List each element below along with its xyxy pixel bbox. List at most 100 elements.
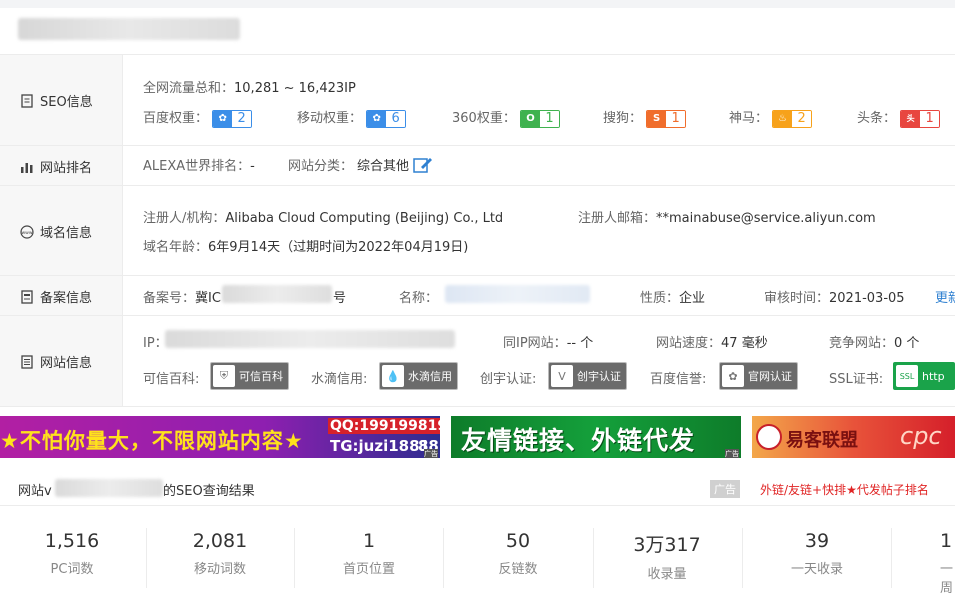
weight-mobile[interactable]: 移动权重： ✿ 6 [297, 107, 407, 128]
section-beian: 备案信息 [20, 287, 92, 306]
weight-label: 神马： [729, 111, 769, 126]
ad-link[interactable]: 外链/友链+快排★代发帖子排名 [760, 481, 929, 498]
stat-label: 收录量 [647, 567, 687, 582]
ad-tag: 广告 [424, 449, 438, 458]
weight-toutiao[interactable]: 头条： 头1 [857, 107, 941, 128]
stat-backlinks[interactable]: 50 反链数 [444, 530, 592, 577]
weight-label: 头条： [857, 111, 897, 126]
beian-update-link[interactable]: 更新 [935, 287, 955, 306]
stat-label: PC词数 [50, 562, 94, 577]
weight-value: 1 [539, 110, 559, 127]
credit-label: 水滴信用: [311, 372, 368, 387]
stat-label: 一周 [940, 562, 954, 596]
stat-home-position[interactable]: 1 首页位置 [295, 530, 443, 577]
registrant: 注册人/机构：Alibaba Cloud Computing (Beijing)… [143, 207, 503, 226]
credit-label: 百度信誉: [650, 372, 707, 387]
top-strip [0, 0, 955, 8]
divider [0, 54, 955, 55]
stat-value: 1,516 [44, 530, 100, 552]
stat-value: 1 [940, 530, 953, 552]
stat-pc-words[interactable]: 1,516 PC词数 [0, 530, 146, 577]
registrant-label: 注册人/机构： [143, 211, 226, 226]
paw-icon: ✿ [367, 110, 387, 127]
list-document-icon [21, 354, 33, 369]
chuangyu-button[interactable]: V 创宇认证 [548, 362, 627, 390]
weight-value: 2 [232, 110, 252, 127]
audit-label: 审核时间： [764, 291, 830, 306]
row-divider [0, 406, 955, 407]
paw-icon: ✿ [722, 365, 744, 387]
ad-banner-3[interactable]: 易客联盟 cpc [752, 416, 955, 458]
sameip-value: -- 个 [566, 336, 594, 351]
stat-value: 1 [362, 530, 376, 552]
stat-indexed[interactable]: 3万317 收录量 [593, 530, 741, 582]
banner-3-text: 易客联盟 [786, 430, 858, 451]
weight-value: 1 [666, 110, 686, 127]
site-speed: 网站速度：47 毫秒 [656, 332, 768, 351]
alexa-value: - [250, 159, 255, 174]
weight-badge: ✿ 6 [366, 109, 407, 128]
bar-chart-icon [21, 162, 33, 173]
beian-nature: 性质：企业 [640, 287, 705, 306]
weight-value: 2 [792, 110, 812, 127]
ssl-label: SSL证书: [829, 372, 884, 387]
banner-1-qq: QQ:199199819 [328, 418, 440, 434]
traffic-value: 10,281 ~ 16,423IP [234, 81, 356, 96]
section-site-label: 网站信息 [40, 356, 93, 371]
weight-label: 百度权重： [143, 111, 209, 126]
stat-value: 39 [804, 530, 830, 552]
toutiao-icon: 头 [901, 110, 921, 127]
document-icon [21, 93, 33, 108]
beian-number: 备案号：冀IC [143, 287, 221, 306]
credit-label: 创宇认证: [480, 372, 537, 387]
same-ip: 同IP网站：-- 个 [503, 332, 593, 351]
section-seo: SEO信息 [20, 91, 93, 110]
section-seo-label: SEO信息 [40, 95, 93, 110]
result-suffix: 的SEO查询结果 [163, 484, 255, 499]
weight-360[interactable]: 360权重： O1 [452, 107, 560, 128]
shield-icon: ⛨ [213, 365, 235, 387]
stat-mobile-words[interactable]: 2,081 移动词数 [146, 530, 294, 577]
ip-value-blurred [165, 330, 455, 348]
paw-icon: ✿ [213, 110, 233, 127]
weight-badge: ♨ 2 [772, 109, 813, 128]
sogou-icon: S [647, 110, 667, 127]
stat-weekly-indexed[interactable]: 1 一周 [892, 530, 955, 596]
shenma-icon: ♨ [773, 110, 793, 127]
section-domain: www 域名信息 [20, 222, 92, 241]
domain-title-blurred [18, 18, 240, 40]
beian-no-suffix: 号 [333, 291, 347, 306]
stat-daily-indexed[interactable]: 39 一天收录 [743, 530, 891, 577]
ad-banner-2[interactable]: 友情链接、外链代发 广告 [451, 416, 741, 458]
weight-baidu[interactable]: 百度权重： ✿ 2 [143, 107, 253, 128]
baidu-official-button[interactable]: ✿ 官网认证 [719, 362, 798, 390]
site-category: 网站分类： 综合其他 [288, 155, 433, 174]
weight-badge: S1 [646, 109, 687, 128]
weight-badge: 头1 [900, 109, 941, 128]
row-divider [0, 275, 955, 276]
shuidi-button[interactable]: 💧 水滴信用 [379, 362, 458, 390]
credit-btn-label: 创宇认证 [577, 370, 621, 383]
stat-label: 一天收录 [790, 562, 843, 577]
weight-sogou[interactable]: 搜狗： S1 [603, 107, 687, 128]
kexin-button[interactable]: ⛨ 可信百科 [210, 362, 289, 390]
weight-shenma[interactable]: 神马： ♨ 2 [729, 107, 813, 128]
weight-value: 6 [386, 110, 406, 127]
water-drop-icon: 💧 [382, 365, 404, 387]
email-value: **mainabuse@service.aliyun.com [656, 211, 876, 226]
alexa-rank: ALEXA世界排名：- [143, 155, 255, 174]
ad-banner-1[interactable]: ★不怕你量大，不限网站内容★ QQ:199199819 TG:juzi1881 … [0, 416, 440, 458]
speed-label: 网站速度： [656, 336, 722, 351]
compete-label: 竞争网站： [829, 336, 895, 351]
beian-no-label: 备案号： [143, 291, 196, 306]
ip-label: IP： [143, 336, 168, 351]
edit-icon[interactable] [413, 156, 433, 174]
domain-age: 域名年龄：6年9月14天（过期时间为2022年04月19日) [143, 236, 468, 255]
age-value: 6年9月14天（过期时间为2022年04月19日) [208, 240, 469, 255]
ad-tag: 广告 [725, 449, 739, 458]
credit-btn-label: 官网认证 [748, 370, 792, 383]
weight-label: 移动权重： [297, 111, 363, 126]
ssl-button[interactable]: SSL http [893, 362, 955, 390]
nature-value: 企业 [679, 291, 706, 306]
traffic-line: 全网流量总和：10,281 ~ 16,423IP [143, 77, 356, 96]
